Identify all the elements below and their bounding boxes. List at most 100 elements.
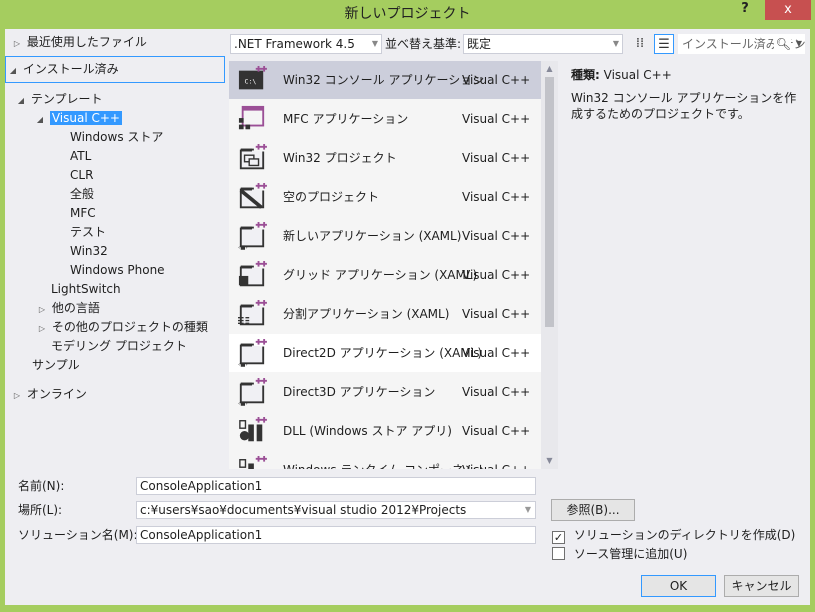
grid-app-icon — [238, 261, 267, 287]
scroll-down-icon[interactable]: ▼ — [541, 453, 558, 469]
chevron-down-icon[interactable]: ▼ — [796, 34, 802, 54]
tree-item-other-languages[interactable]: ▷ 他の言語 — [36, 299, 100, 318]
template-name: グリッド アプリケーション (XAML) — [283, 268, 478, 282]
add-source-control-checkbox[interactable] — [552, 547, 565, 560]
template-search-input[interactable]: インストール済み テンプレートの検索 🔍︎ ▼ — [678, 34, 805, 54]
tree-label: Visual C++ — [49, 111, 122, 125]
scroll-thumb[interactable] — [545, 77, 554, 327]
close-button[interactable]: x — [765, 0, 811, 20]
template-item[interactable]: MFC アプリケーション Visual C++ — [229, 100, 541, 138]
help-button[interactable]: ? — [735, 0, 755, 20]
framework-dropdown[interactable]: .NET Framework 4.5 ▼ — [230, 34, 382, 54]
list-view-button[interactable]: ☰ — [654, 34, 674, 54]
template-item[interactable]: ‹■› Direct3D アプリケーション Visual C++ — [229, 373, 541, 411]
tree-item-windows-phone[interactable]: Windows Phone — [70, 261, 165, 280]
template-list: C:\ Win32 コンソール アプリケーション Visual C++ MFC アプリ… — [229, 61, 541, 469]
solution-name-input[interactable]: ConsoleApplication1 — [136, 526, 536, 544]
location-label: 場所(L): — [18, 503, 63, 517]
template-language: Visual C++ — [462, 112, 531, 126]
win32-project-icon — [239, 144, 267, 170]
svg-text:‹■›: ‹■› — [238, 362, 248, 367]
template-language: Visual C++ — [462, 451, 530, 469]
template-name: Windows ランタイム コンポーネント — [283, 451, 488, 469]
small-icons-view-button[interactable]: ⁞⁞ — [630, 34, 650, 54]
ok-button[interactable]: OK — [641, 575, 716, 597]
template-name: 空のプロジェクト — [283, 190, 380, 204]
template-name: Win32 コンソール アプリケーション — [283, 73, 485, 87]
template-language: Visual C++ — [462, 268, 531, 282]
tree-item-samples[interactable]: サンプル — [32, 356, 80, 375]
template-name: Direct3D アプリケーション — [283, 385, 436, 399]
template-list-scrollbar[interactable]: ▲ ▼ — [541, 61, 558, 469]
chevron-down-icon[interactable]: ▼ — [525, 502, 531, 518]
template-item[interactable]: 分割アプリケーション (XAML) Visual C++ — [229, 295, 541, 333]
expand-arrow-icon[interactable]: ▷ — [11, 386, 23, 405]
create-directory-option[interactable]: ✓ ソリューションのディレクトリを作成(D) — [552, 527, 795, 544]
template-name: Direct2D アプリケーション (XAML) — [283, 346, 483, 360]
tree-item-lightswitch[interactable]: LightSwitch — [51, 280, 121, 299]
template-language: Visual C++ — [462, 73, 531, 87]
tree-item-other-project-types[interactable]: ▷ その他のプロジェクトの種類 — [36, 318, 208, 337]
tree-item-mfc[interactable]: MFC — [70, 204, 96, 223]
tree-item-templates[interactable]: ◢ テンプレート — [15, 90, 103, 110]
template-item[interactable]: C:\ Win32 コンソール アプリケーション Visual C++ — [229, 61, 541, 99]
svg-text:C:\: C:\ — [245, 78, 257, 86]
tree-item-atl[interactable]: ATL — [70, 147, 91, 166]
collapse-arrow-icon[interactable]: ◢ — [7, 61, 19, 80]
tree-item-modeling-projects[interactable]: モデリング プロジェクト — [51, 337, 187, 356]
create-directory-checkbox[interactable]: ✓ — [552, 531, 565, 544]
template-item[interactable]: ‹■› Direct2D アプリケーション (XAML) Visual C++ — [229, 334, 541, 372]
tree-item-online[interactable]: ▷ オンライン — [11, 385, 87, 404]
collapse-arrow-icon[interactable]: ◢ — [15, 91, 27, 110]
collapse-arrow-icon[interactable]: ◢ — [34, 110, 46, 129]
grid-view-icon: ⁞⁞ — [635, 36, 645, 51]
expand-arrow-icon[interactable]: ▷ — [36, 300, 48, 319]
expand-arrow-icon[interactable]: ▷ — [11, 34, 23, 53]
description-text: Win32 コンソール アプリケーションを作成するためのプロジェクトです。 — [571, 91, 797, 121]
dialog-client: ▷ 最近使用したファイル ◢ インストール済み ◢ テンプレート ◢ Visua… — [5, 29, 810, 605]
template-item[interactable]: ‹■› 新しいアプリケーション (XAML) Visual C++ — [229, 217, 541, 255]
template-name: MFC アプリケーション — [283, 112, 409, 126]
tree-item-recent[interactable]: ▷ 最近使用したファイル — [11, 33, 147, 52]
template-language: Visual C++ — [462, 346, 531, 360]
browse-button[interactable]: 参照(B)... — [551, 499, 635, 521]
console-app-icon: C:\ — [238, 66, 267, 90]
template-language: Visual C++ — [462, 190, 531, 204]
add-source-control-option[interactable]: ソース管理に追加(U) — [552, 546, 687, 562]
sort-value: 既定 — [467, 37, 492, 51]
dll-icon — [239, 417, 267, 442]
template-item[interactable]: Win32 プロジェクト Visual C++ — [229, 139, 541, 177]
mfc-app-icon — [238, 105, 265, 130]
template-name: 新しいアプリケーション (XAML) — [283, 229, 462, 243]
expand-arrow-icon[interactable]: ▷ — [36, 319, 48, 338]
template-language: Visual C++ — [462, 385, 531, 399]
template-item[interactable]: DLL (Windows ストア アプリ) Visual C++ — [229, 412, 541, 450]
template-item[interactable]: グリッド アプリケーション (XAML) Visual C++ — [229, 256, 541, 294]
tree-item-general[interactable]: 全般 — [70, 185, 94, 204]
framework-value: .NET Framework 4.5 — [234, 37, 355, 51]
template-language: Visual C++ — [462, 229, 531, 243]
sort-dropdown[interactable]: 既定 ▼ — [463, 34, 623, 54]
location-combo[interactable]: c:¥users¥sao¥documents¥visual studio 201… — [136, 501, 536, 519]
name-label: 名前(N): — [18, 479, 65, 493]
name-input[interactable]: ConsoleApplication1 — [136, 477, 536, 495]
direct2d-app-icon: ‹■› — [238, 339, 267, 367]
search-icon[interactable]: 🔍︎ — [773, 34, 791, 54]
tree-item-windows-store[interactable]: Windows ストア — [70, 128, 163, 147]
tree-item-installed[interactable]: ◢ インストール済み — [7, 60, 119, 79]
tree-label: その他のプロジェクトの種類 — [51, 320, 208, 334]
scroll-up-icon[interactable]: ▲ — [541, 61, 558, 77]
tree-item-visual-cpp[interactable]: ◢ Visual C++ — [34, 109, 122, 128]
cancel-button[interactable]: キャンセル — [724, 575, 799, 597]
template-item[interactable]: 空のプロジェクト Visual C++ — [229, 178, 541, 216]
tree-item-test[interactable]: テスト — [70, 223, 106, 242]
tree-item-win32[interactable]: Win32 — [70, 242, 108, 261]
template-item[interactable]: Windows ランタイム コンポーネントVisual C++ — [229, 451, 541, 469]
template-description: 種類: Visual C++ Win32 コンソール アプリケーションを作成する… — [571, 67, 801, 122]
template-name: Win32 プロジェクト — [283, 151, 397, 165]
chevron-down-icon: ▼ — [612, 39, 619, 48]
template-tree: ▷ 最近使用したファイル ◢ インストール済み ◢ テンプレート ◢ Visua… — [5, 29, 226, 466]
tree-item-clr[interactable]: CLR — [70, 166, 93, 185]
winrt-component-icon — [239, 456, 267, 469]
svg-text:‹■›: ‹■› — [238, 401, 248, 406]
